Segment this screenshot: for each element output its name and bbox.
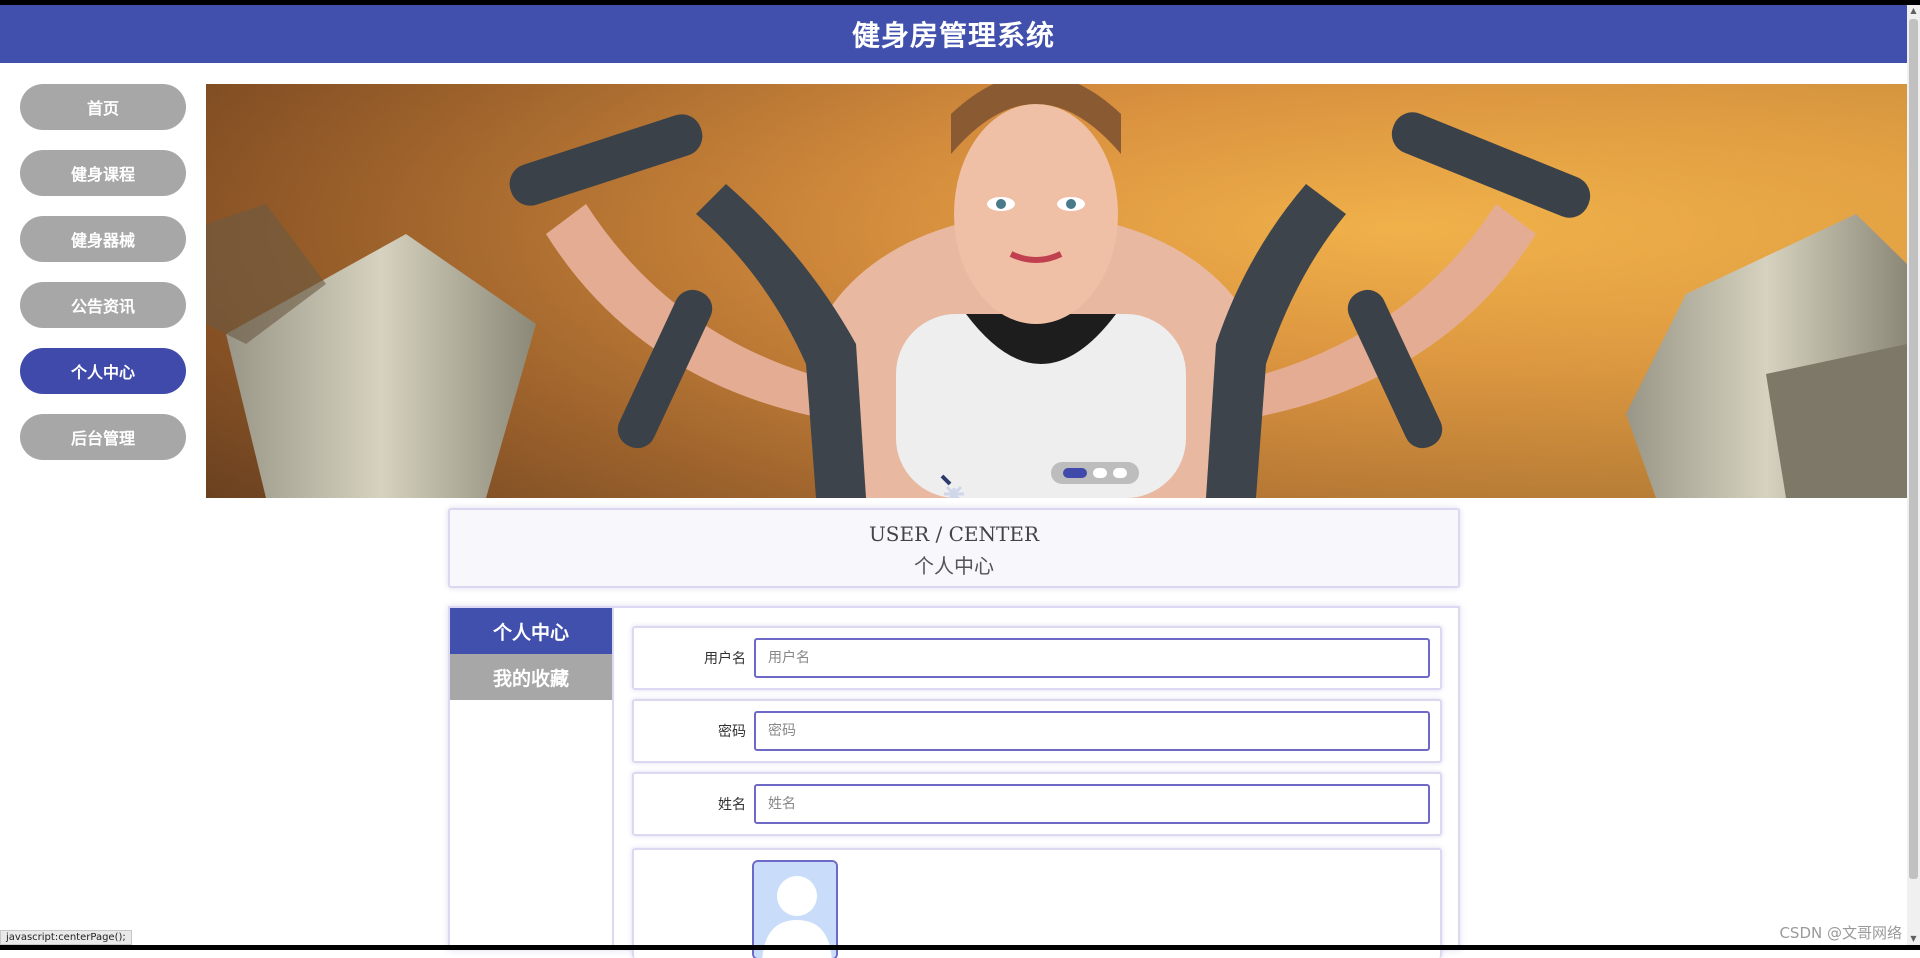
carousel-dot-3[interactable] [1113, 468, 1127, 478]
tab-label: 我的收藏 [492, 667, 569, 690]
page-title-cn: 个人中心 [914, 554, 994, 578]
name-input[interactable] [754, 784, 1430, 824]
carousel-dot-1[interactable] [1063, 468, 1087, 478]
nav-item-label: 公告资讯 [70, 297, 135, 316]
nav-item-label: 个人中心 [70, 363, 135, 382]
banner-image [206, 84, 1907, 498]
nav-item-label: 健身课程 [70, 165, 135, 184]
window-bottom-edge [0, 945, 1920, 950]
nav-item-label: 健身器械 [70, 231, 135, 250]
nav-item-courses[interactable]: 健身课程 [20, 150, 186, 196]
main-nav: 首页 健身课程 健身器械 公告资讯 个人中心 后台管理 [20, 84, 186, 480]
nav-item-news[interactable]: 公告资讯 [20, 282, 186, 328]
password-input[interactable] [754, 711, 1430, 751]
form-row-password: 密码 [632, 699, 1442, 763]
name-label: 姓名 [718, 797, 746, 813]
username-input[interactable] [754, 638, 1430, 678]
nav-item-label: 后台管理 [70, 429, 135, 448]
username-label: 用户名 [704, 651, 746, 667]
nav-item-label: 首页 [86, 99, 119, 118]
nav-item-user-center[interactable]: 个人中心 [20, 348, 186, 394]
site-header: 健身房管理系统 [0, 5, 1907, 63]
watermark: CSDN @文哥网络 [1779, 924, 1902, 942]
form-row-name: 姓名 [632, 772, 1442, 836]
scroll-thumb[interactable] [1909, 19, 1918, 879]
browser-status-bar: javascript:centerPage(); [0, 930, 132, 945]
tab-my-favorites[interactable]: 我的收藏 [450, 654, 612, 700]
page-scrollbar[interactable]: ▲ ▼ [1907, 5, 1920, 945]
avatar-upload[interactable] [752, 860, 838, 958]
avatar-placeholder-icon [754, 862, 836, 958]
form-row-username: 用户名 [632, 626, 1442, 690]
side-tabs: 个人中心 我的收藏 [450, 608, 614, 950]
carousel-dot-2[interactable] [1093, 468, 1107, 478]
page-title-box: USER / CENTER 个人中心 [448, 508, 1460, 588]
scroll-up-arrow-icon[interactable]: ▲ [1907, 5, 1920, 17]
tab-label: 个人中心 [492, 621, 569, 644]
nav-item-equipment[interactable]: 健身器械 [20, 216, 186, 262]
password-label: 密码 [718, 724, 746, 740]
nav-item-home[interactable]: 首页 [20, 84, 186, 130]
banner-carousel[interactable] [206, 84, 1907, 498]
scroll-down-arrow-icon[interactable]: ▼ [1907, 933, 1920, 945]
form-row-avatar [632, 848, 1442, 958]
tab-user-center[interactable]: 个人中心 [450, 608, 612, 654]
page-title-en: USER / CENTER [868, 522, 1040, 546]
site-title: 健身房管理系统 [851, 19, 1055, 52]
carousel-indicators [1051, 462, 1139, 484]
user-center-panel: 个人中心 我的收藏 用户名 密码 姓名 [448, 606, 1460, 958]
nav-item-admin[interactable]: 后台管理 [20, 414, 186, 460]
loading-spinner-icon [934, 474, 974, 498]
